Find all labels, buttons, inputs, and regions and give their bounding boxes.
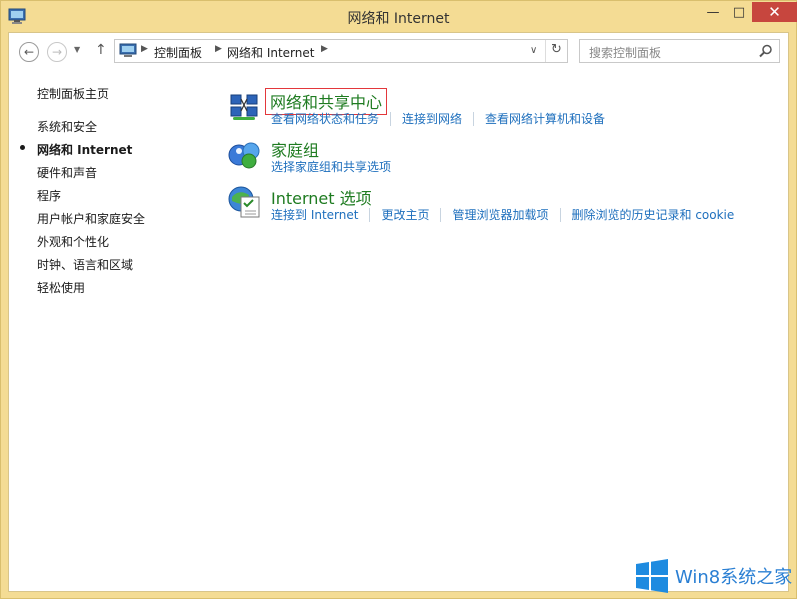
sidebar-item-user-accounts[interactable]: 用户帐户和家庭安全: [37, 210, 145, 227]
recent-pages-dropdown[interactable]: ▼: [74, 45, 80, 54]
category-links-internet-options: 连接到 Internet 更改主页 管理浏览器加载项 删除浏览的历史记录和 co…: [271, 206, 734, 223]
category-links-homegroup: 选择家庭组和共享选项: [271, 158, 391, 175]
breadcrumb-separator[interactable]: ▶: [321, 44, 328, 54]
windows-logo-icon: [636, 559, 668, 593]
forward-button[interactable]: →: [47, 42, 67, 62]
maximize-button[interactable]: □: [726, 2, 752, 22]
window: 网络和 Internet — □ ✕ ← → ▼ ↑ ▶ 控制面板 ▶ 网络和 …: [0, 0, 797, 599]
active-bullet: [20, 145, 25, 150]
search-icon[interactable]: [758, 43, 774, 59]
close-button[interactable]: ✕: [752, 2, 797, 22]
breadcrumb-control-panel[interactable]: 控制面板: [154, 44, 202, 61]
title-bar: 网络和 Internet — □ ✕: [1, 1, 797, 32]
link-delete-history[interactable]: 删除浏览的历史记录和 cookie: [572, 206, 735, 223]
link-view-network-status[interactable]: 查看网络状态和任务: [271, 110, 379, 127]
sidebar-item-home[interactable]: 控制面板主页: [37, 85, 109, 102]
sidebar-item-appearance[interactable]: 外观和个性化: [37, 233, 109, 250]
homegroup-icon[interactable]: [227, 137, 263, 171]
link-connect-to-internet[interactable]: 连接到 Internet: [271, 206, 358, 223]
window-title: 网络和 Internet: [347, 11, 450, 27]
sidebar-item-network-internet: 网络和 Internet: [37, 143, 133, 157]
category-links-network-sharing: 查看网络状态和任务 连接到网络 查看网络计算机和设备: [271, 110, 605, 127]
control-panel-icon: [119, 43, 137, 57]
internet-options-icon[interactable]: [227, 185, 263, 219]
link-manage-addons[interactable]: 管理浏览器加载项: [452, 206, 548, 223]
breadcrumb-separator[interactable]: ▶: [141, 44, 148, 54]
sidebar-item-system-security[interactable]: 系统和安全: [37, 118, 97, 135]
search-input[interactable]: 搜索控制面板: [579, 39, 780, 63]
sidebar-item-ease-of-access[interactable]: 轻松使用: [37, 279, 85, 296]
minimize-button[interactable]: —: [700, 2, 726, 22]
sidebar-item-programs[interactable]: 程序: [37, 187, 61, 204]
link-homegroup-options[interactable]: 选择家庭组和共享选项: [271, 158, 391, 175]
address-dropdown[interactable]: ∨: [530, 45, 537, 56]
link-separator: [440, 207, 442, 222]
link-separator: [390, 111, 392, 126]
link-view-network-computers[interactable]: 查看网络计算机和设备: [485, 110, 605, 127]
link-separator: [369, 207, 371, 222]
up-button[interactable]: ↑: [95, 42, 107, 58]
sidebar-item-clock-language[interactable]: 时钟、语言和区域: [37, 256, 133, 273]
watermark: Win8系统之家: [635, 559, 795, 593]
link-connect-to-network[interactable]: 连接到网络: [402, 110, 462, 127]
watermark-text: Win8系统之家: [675, 567, 793, 588]
address-bar[interactable]: ▶ 控制面板 ▶ 网络和 Internet ▶ ∨ ↻: [114, 39, 568, 63]
breadcrumb-network-internet[interactable]: 网络和 Internet: [227, 44, 314, 61]
address-divider: [545, 40, 546, 62]
network-sharing-icon[interactable]: [227, 89, 263, 123]
search-placeholder: 搜索控制面板: [589, 46, 662, 60]
refresh-button[interactable]: ↻: [551, 42, 562, 57]
link-change-homepage[interactable]: 更改主页: [381, 206, 429, 223]
client-area: ← → ▼ ↑ ▶ 控制面板 ▶ 网络和 Internet ▶ ∨ ↻ 搜索控制…: [8, 32, 789, 592]
link-separator: [473, 111, 475, 126]
link-separator: [559, 207, 561, 222]
sidebar-item-hardware-sound[interactable]: 硬件和声音: [37, 164, 97, 181]
back-button[interactable]: ←: [19, 42, 39, 62]
breadcrumb-separator[interactable]: ▶: [215, 44, 222, 54]
